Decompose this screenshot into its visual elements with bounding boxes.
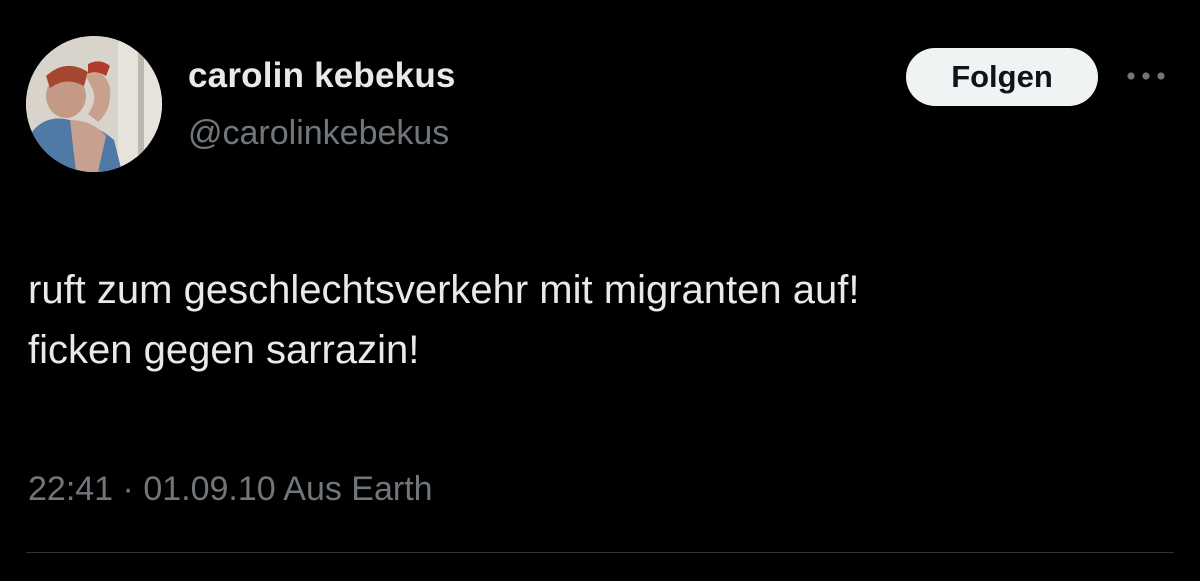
tweet-meta: 22:41 · 01.09.10 Aus Earth: [28, 470, 433, 509]
tweet-date[interactable]: 01.09.10: [143, 470, 275, 508]
more-horizontal-icon: [1127, 72, 1165, 80]
tweet-card: carolin kebekus @carolinkebekus Folgen r…: [0, 0, 1200, 581]
divider: [26, 552, 1174, 553]
follow-button[interactable]: Folgen: [906, 48, 1098, 106]
tweet-source: Aus Earth: [283, 470, 433, 508]
avatar[interactable]: [26, 36, 162, 172]
user-handle[interactable]: @carolinkebekus: [188, 114, 449, 153]
more-options-button[interactable]: [1122, 62, 1170, 90]
avatar-image: [26, 36, 162, 172]
tweet-text: ruft zum geschlechtsverkehr mit migrante…: [28, 268, 860, 372]
tweet-time[interactable]: 22:41: [28, 470, 113, 508]
meta-separator: ·: [122, 470, 134, 508]
display-name[interactable]: carolin kebekus: [188, 56, 456, 96]
